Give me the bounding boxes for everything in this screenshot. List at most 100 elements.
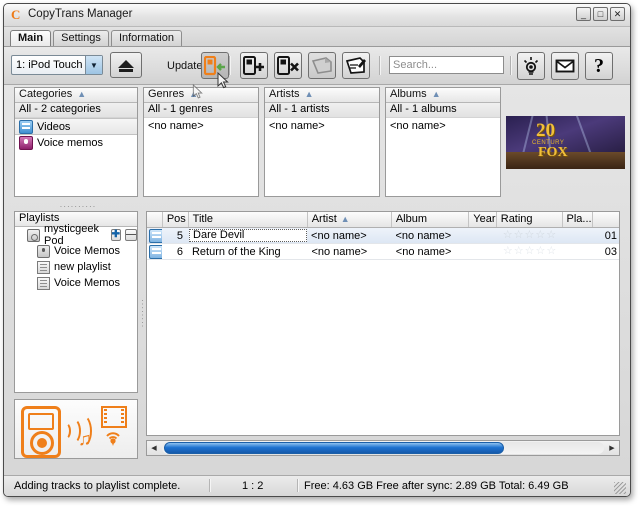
- horizontal-scrollbar[interactable]: ◀ ▶: [146, 440, 620, 456]
- video-icon: [149, 228, 163, 243]
- column-header-icon[interactable]: [147, 212, 163, 227]
- window-controls: _ □ ✕: [576, 7, 625, 21]
- cell-pos: 6: [176, 245, 183, 258]
- minimize-button[interactable]: _: [576, 7, 591, 21]
- tab-bar: Main Settings Information: [4, 27, 630, 47]
- genres-header-label: Genres: [148, 88, 185, 100]
- eject-icon: [118, 60, 134, 68]
- new-playlist-button[interactable]: [308, 52, 336, 79]
- help-button[interactable]: ?: [585, 52, 613, 80]
- add-tracks-button[interactable]: [240, 52, 268, 79]
- categories-all-row[interactable]: All - 2 categories: [15, 103, 137, 118]
- tips-button[interactable]: [517, 52, 545, 80]
- status-storage: Free: 4.63 GB Free after sync: 2.89 GB T…: [304, 480, 569, 492]
- star-icon[interactable]: ☆: [503, 246, 513, 257]
- add-playlist-button[interactable]: ✚: [110, 229, 121, 241]
- column-header-year[interactable]: Year: [469, 212, 497, 227]
- playlist-new-icon: [311, 57, 332, 74]
- toolbar-divider-3: [510, 56, 512, 75]
- app-logo-icon: C: [11, 7, 21, 22]
- scrollbar-thumb[interactable]: [164, 442, 505, 454]
- star-icon[interactable]: ☆: [514, 246, 524, 257]
- cell-pos: 5: [176, 229, 184, 242]
- artists-all-row[interactable]: All - 1 artists: [265, 103, 379, 118]
- column-header-album[interactable]: Album: [392, 212, 470, 227]
- albums-header[interactable]: Albums ▲: [386, 88, 500, 103]
- album-item[interactable]: <no name>: [386, 118, 500, 133]
- playlists-panel: Playlists mysticgeek Pod ✚ — Voice Memos…: [14, 211, 138, 393]
- podcast-icon: [106, 432, 120, 446]
- category-item-voice-memos[interactable]: Voice memos: [15, 135, 137, 150]
- playlist-item[interactable]: Voice Memos: [15, 243, 137, 259]
- status-divider-2: [297, 479, 299, 492]
- chevron-down-icon[interactable]: ▼: [85, 56, 102, 74]
- resize-grip-icon[interactable]: [614, 482, 626, 494]
- device-selector-value: 1: iPod Touch 4G: [16, 59, 85, 71]
- category-item-videos[interactable]: Videos: [15, 118, 137, 135]
- track-table-header: Pos Title Artist ▲ Album Year Rating Pla.…: [147, 212, 619, 228]
- scroll-right-arrow-icon[interactable]: ▶: [605, 441, 619, 455]
- title-edit-field[interactable]: Dare Devil: [189, 229, 308, 242]
- sort-asc-icon: ▲: [340, 214, 350, 224]
- tab-settings[interactable]: Settings: [53, 30, 109, 46]
- categories-pane: Categories ▲ All - 2 categories Videos Vo…: [14, 87, 138, 197]
- column-header-title[interactable]: Title: [189, 212, 308, 227]
- remove-playlist-button[interactable]: —: [125, 229, 137, 241]
- eject-button[interactable]: [110, 52, 142, 78]
- star-icon[interactable]: ☆: [535, 230, 545, 241]
- question-mark-icon: ?: [594, 55, 604, 77]
- column-header-rating[interactable]: Rating: [497, 212, 563, 227]
- categories-header[interactable]: Categories ▲: [15, 88, 137, 103]
- table-row[interactable]: 5 Dare Devil <no name> <no name> ☆ ☆ ☆ ☆…: [147, 228, 619, 244]
- maximize-button[interactable]: □: [593, 7, 608, 21]
- albums-all-row[interactable]: All - 1 albums: [386, 103, 500, 118]
- toolbar-divider-2: [379, 56, 381, 75]
- sort-asc-icon: ▲: [304, 89, 314, 99]
- device-selector[interactable]: 1: iPod Touch 4G ▼: [11, 55, 103, 75]
- artists-header[interactable]: Artists ▲: [265, 88, 379, 103]
- playlist-item[interactable]: new playlist: [15, 259, 137, 275]
- column-header-artist[interactable]: Artist ▲: [308, 212, 392, 227]
- edit-playlist-button[interactable]: [342, 52, 370, 79]
- star-icon[interactable]: ☆: [524, 230, 534, 241]
- microphone-icon: [19, 135, 33, 150]
- categories-header-label: Categories: [19, 88, 73, 100]
- rating-stars[interactable]: ☆ ☆ ☆ ☆ ☆: [497, 230, 562, 241]
- search-input[interactable]: Search...: [389, 56, 504, 74]
- playlist-device-row[interactable]: mysticgeek Pod ✚ —: [15, 223, 137, 247]
- column-header-pos[interactable]: Pos: [163, 212, 189, 227]
- table-row[interactable]: 6 Return of the King <no name> <no name>…: [147, 244, 619, 260]
- mouse-cursor-secondary: [192, 84, 203, 99]
- star-icon[interactable]: ☆: [503, 230, 513, 241]
- album-artwork: 20 CENTURY FOX: [506, 116, 625, 169]
- rating-stars[interactable]: ☆ ☆ ☆ ☆ ☆: [497, 246, 562, 257]
- star-icon[interactable]: ☆: [525, 246, 535, 257]
- star-icon[interactable]: ☆: [546, 230, 556, 241]
- remove-tracks-button[interactable]: [274, 52, 302, 79]
- star-icon[interactable]: ☆: [514, 230, 524, 241]
- close-button[interactable]: ✕: [610, 7, 625, 21]
- video-icon: [19, 119, 33, 134]
- toolbar: 1: iPod Touch 4G ▼ Update: [4, 47, 630, 89]
- star-icon[interactable]: ☆: [536, 246, 546, 257]
- sort-asc-icon: ▲: [77, 89, 87, 99]
- cell-title[interactable]: Return of the King: [188, 245, 307, 259]
- playlist-label: new playlist: [54, 261, 111, 273]
- ipod-screen: [28, 413, 54, 430]
- genres-all-row[interactable]: All - 1 genres: [144, 103, 258, 118]
- column-header-play[interactable]: Pla...: [563, 212, 594, 227]
- scroll-left-arrow-icon[interactable]: ◀: [147, 441, 161, 455]
- scrollbar-track[interactable]: [162, 442, 604, 454]
- horizontal-splitter[interactable]: ··········: [30, 203, 126, 210]
- tab-main[interactable]: Main: [10, 30, 52, 46]
- tab-information[interactable]: Information: [110, 30, 182, 46]
- eject-icon-bar: [119, 69, 133, 72]
- column-header-time[interactable]: [593, 212, 619, 227]
- artist-item[interactable]: <no name>: [265, 118, 379, 133]
- star-icon[interactable]: ☆: [546, 246, 556, 257]
- genre-item[interactable]: <no name>: [144, 118, 258, 133]
- artwork-line-3: FOX: [538, 145, 568, 160]
- playlist-item[interactable]: Voice Memos: [15, 275, 137, 291]
- contact-button[interactable]: [551, 52, 579, 80]
- vertical-splitter[interactable]: ········: [139, 259, 146, 369]
